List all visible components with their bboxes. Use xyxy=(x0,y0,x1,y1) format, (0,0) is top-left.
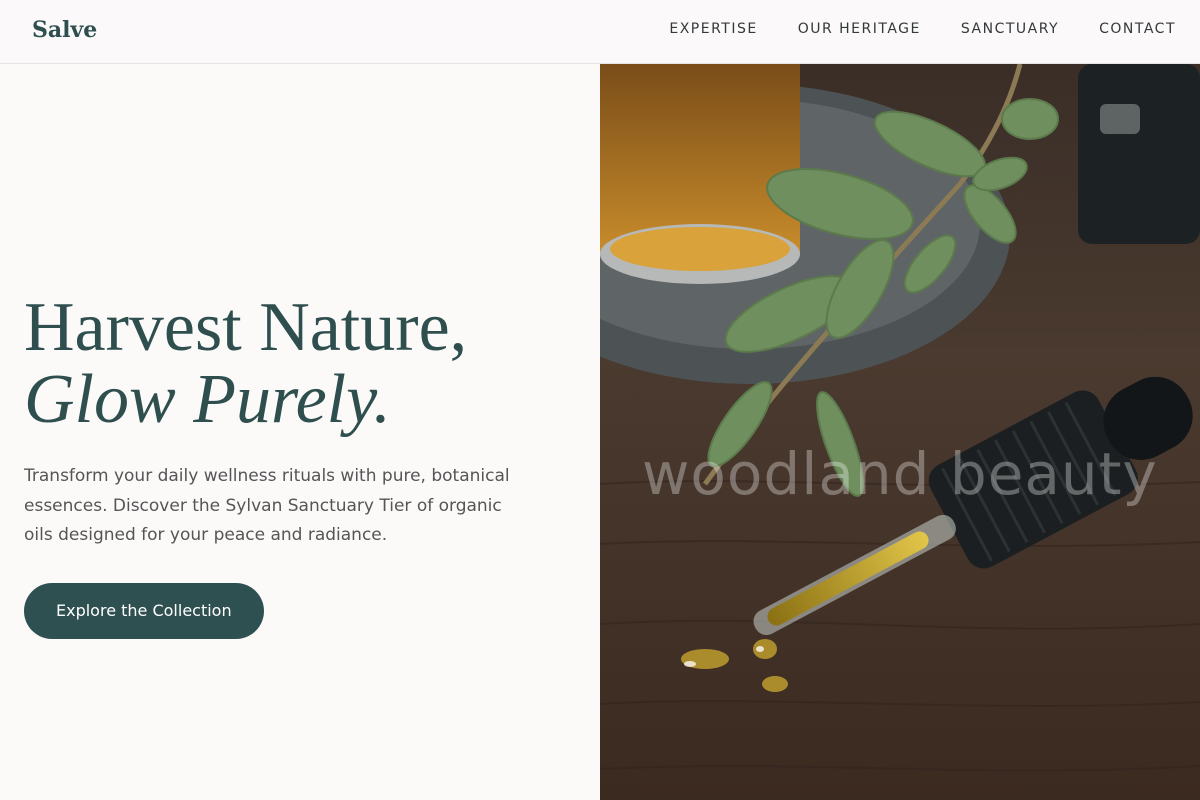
hero-title-line-1: Harvest Nature, xyxy=(24,289,468,366)
hero-product-image xyxy=(600,64,1200,800)
explore-collection-button[interactable]: Explore the Collection xyxy=(24,582,264,639)
hero-text: Harvest Nature, Glow Purely. Transform y… xyxy=(24,292,564,639)
nav-link-contact[interactable]: CONTACT xyxy=(1099,21,1176,37)
top-navigation-bar: Salve EXPERTISE OUR HERITAGE SANCTUARY C… xyxy=(0,0,1200,64)
main-nav: EXPERTISE OUR HERITAGE SANCTUARY CONTACT xyxy=(669,21,1176,37)
nav-link-our-heritage[interactable]: OUR HERITAGE xyxy=(798,21,921,37)
brand-logo[interactable]: Salve xyxy=(32,17,97,43)
image-watermark: woodland beauty xyxy=(642,440,1158,508)
hero-description: Transform your daily wellness rituals wi… xyxy=(24,466,510,545)
nav-link-expertise[interactable]: EXPERTISE xyxy=(669,21,757,37)
dropper-bottle-photo xyxy=(600,64,1200,800)
hero-title-line-2: Glow Purely. xyxy=(24,361,391,438)
hero-title: Harvest Nature, Glow Purely. xyxy=(24,292,564,436)
nav-link-sanctuary[interactable]: SANCTUARY xyxy=(961,21,1059,37)
